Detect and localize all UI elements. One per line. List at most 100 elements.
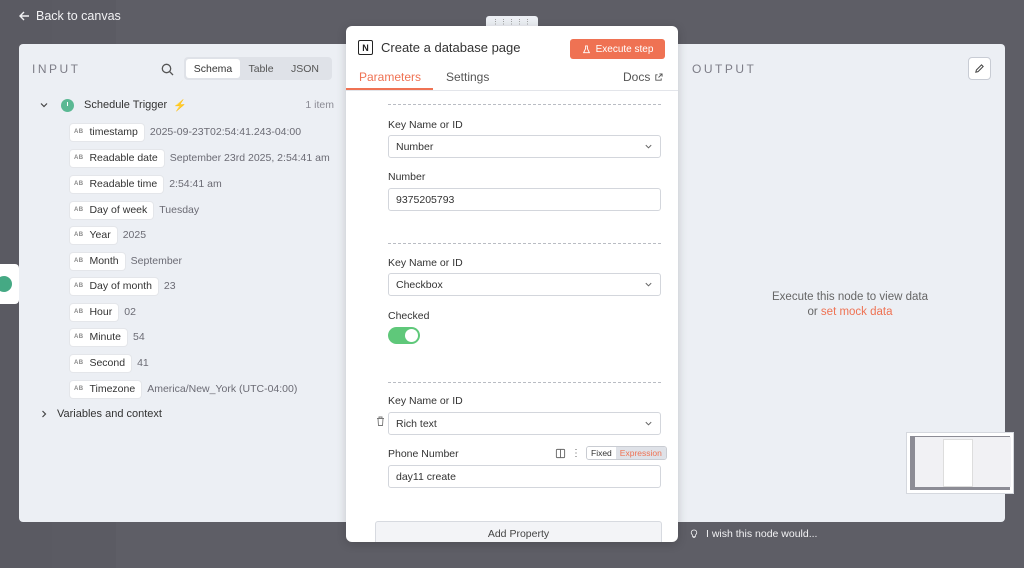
feedback-label: I wish this node would... (706, 528, 818, 540)
lightbulb-icon (690, 529, 698, 538)
field-chip[interactable]: AB Month (70, 252, 125, 270)
string-type-icon: AB (74, 283, 84, 289)
field-name: Readable date (89, 152, 158, 164)
key-name-label: Key Name or ID (388, 257, 463, 269)
key-name-label: Key Name or ID (388, 395, 463, 407)
number-label: Number (388, 171, 426, 183)
schema-field[interactable]: AB Month September (70, 252, 182, 270)
tab-settings[interactable]: Settings (446, 70, 489, 84)
node-parameters-panel: N Create a database page Execute step Pa… (346, 26, 678, 542)
add-property-button[interactable]: Add Property (375, 521, 662, 542)
key-name-select[interactable]: Rich text (388, 412, 661, 435)
schema-field[interactable]: AB Day of week Tuesday (70, 201, 199, 219)
book-icon[interactable] (555, 448, 566, 459)
string-type-icon: AB (74, 129, 84, 135)
edit-output-button[interactable] (968, 57, 991, 80)
mode-fixed[interactable]: Fixed (587, 447, 616, 459)
string-type-icon: AB (74, 309, 84, 315)
string-type-icon: AB (74, 386, 84, 392)
field-chip[interactable]: AB Day of month (70, 277, 158, 295)
schema-field[interactable]: AB Timezone America/New_York (UTC-04:00) (70, 380, 297, 398)
tab-parameters[interactable]: Parameters (359, 70, 421, 84)
trash-icon[interactable] (376, 416, 385, 426)
schema-field[interactable]: AB Hour 02 (70, 303, 136, 321)
chevron-down-icon (645, 421, 652, 426)
number-input[interactable]: 9375205793 (388, 188, 661, 211)
tab-schema[interactable]: Schema (186, 59, 240, 78)
schema-field[interactable]: AB Readable time 2:54:41 am (70, 175, 222, 193)
chevron-down-icon (645, 144, 652, 149)
fixed-expression-switch[interactable]: Fixed Expression (586, 446, 667, 460)
feedback-link[interactable]: I wish this node would... (690, 528, 817, 540)
tab-table[interactable]: Table (240, 59, 282, 78)
field-value: 23 (163, 280, 176, 292)
output-or: or (807, 306, 818, 318)
external-link-icon (655, 72, 663, 81)
string-type-icon: AB (74, 258, 84, 264)
flask-icon (582, 44, 590, 53)
field-chip[interactable]: AB Timezone (70, 380, 142, 398)
bolt-icon: ⚡ (173, 99, 187, 112)
schema-field[interactable]: AB timestamp 2025-09-23T02:54:41.243-04:00 (70, 123, 301, 141)
field-value: 41 (137, 357, 149, 369)
schema-field[interactable]: AB Minute 54 (70, 328, 145, 346)
checked-toggle[interactable] (388, 327, 420, 344)
field-chip[interactable]: AB Hour (70, 303, 119, 321)
string-type-icon: AB (74, 155, 84, 161)
schema-field[interactable]: AB Second 41 (70, 354, 149, 372)
property-divider (388, 382, 661, 383)
tab-json[interactable]: JSON (282, 59, 328, 78)
minimap-thumbnail[interactable] (906, 432, 1014, 494)
chevron-right-icon[interactable] (39, 409, 49, 419)
field-name: Readable time (89, 178, 158, 190)
field-chip[interactable]: AB timestamp (70, 123, 144, 141)
string-type-icon: AB (74, 181, 84, 187)
field-chip[interactable]: AB Day of week (70, 201, 154, 219)
phone-number-input[interactable]: day11 create (388, 465, 661, 488)
string-type-icon: AB (74, 207, 84, 213)
more-options-icon[interactable]: ⋮ (571, 448, 581, 459)
docs-link[interactable]: Docs (623, 70, 663, 84)
field-value: September 23rd 2025, 2:54:41 am (169, 152, 330, 164)
search-icon[interactable] (161, 63, 174, 76)
field-name: Hour (89, 306, 113, 318)
key-name-select[interactable]: Number (388, 135, 661, 158)
field-name: timestamp (89, 126, 138, 138)
key-name-value: Checkbox (396, 278, 443, 291)
string-type-icon: AB (74, 334, 84, 340)
field-chip[interactable]: AB Year (70, 226, 117, 244)
field-value: September (130, 255, 183, 267)
field-chip[interactable]: AB Second (70, 354, 132, 372)
field-value: 2025-09-23T02:54:41.243-04:00 (149, 126, 302, 138)
field-value: Tuesday (159, 204, 200, 216)
variables-label: Variables and context (57, 408, 162, 420)
minimap-card (943, 439, 973, 487)
field-chip[interactable]: AB Readable time (70, 175, 164, 193)
property-divider (388, 243, 661, 244)
key-name-value: Number (396, 140, 434, 153)
back-to-canvas-label: Back to canvas (36, 9, 121, 23)
schema-field[interactable]: AB Day of month 23 (70, 277, 176, 295)
pencil-icon (975, 64, 984, 73)
schema-field[interactable]: AB Readable date September 23rd 2025, 2:54… (70, 149, 330, 167)
chevron-down-icon[interactable] (39, 100, 49, 110)
field-chip[interactable]: AB Readable date (70, 149, 164, 167)
phone-number-label: Phone Number (388, 448, 459, 460)
mode-expression[interactable]: Expression (615, 447, 666, 459)
execute-step-label: Execute step (595, 43, 654, 55)
key-name-select[interactable]: Checkbox (388, 273, 661, 296)
set-mock-data-link[interactable]: set mock data (821, 306, 893, 318)
field-value: 2:54:41 am (169, 178, 222, 190)
chevron-down-icon (645, 282, 652, 287)
field-name: Month (89, 255, 119, 267)
node-title[interactable]: Create a database page (381, 40, 521, 55)
variables-and-context-row[interactable]: Variables and context (39, 408, 162, 420)
schedule-trigger-row[interactable]: Schedule Trigger ⚡ 1 item (39, 96, 334, 114)
field-value: 54 (132, 331, 145, 343)
execute-step-button[interactable]: Execute step (570, 39, 665, 59)
field-chip[interactable]: AB Minute (70, 328, 127, 346)
field-name: Day of month (89, 280, 152, 292)
schema-field[interactable]: AB Year 2025 (70, 226, 146, 244)
field-name: Day of week (89, 204, 148, 216)
back-to-canvas-link[interactable]: Back to canvas (18, 6, 121, 26)
